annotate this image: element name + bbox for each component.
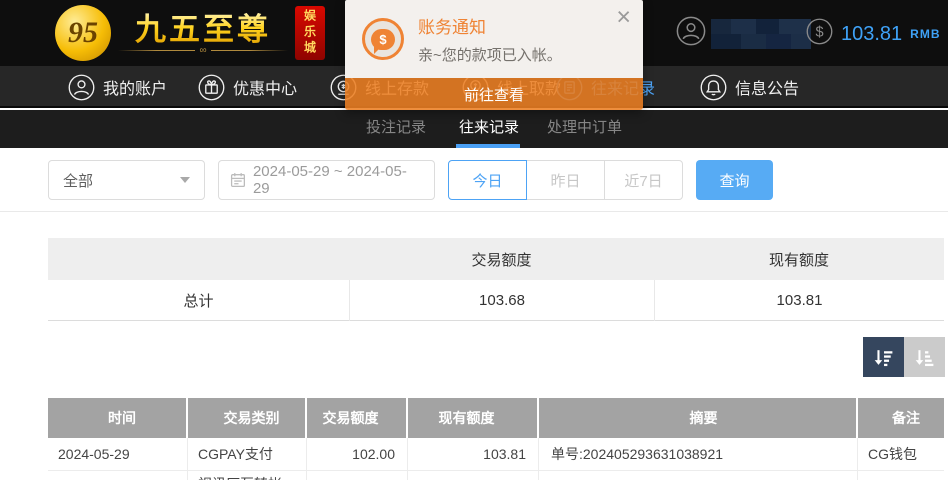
- dollar-coin-icon: $: [806, 18, 833, 50]
- calendar-icon: [230, 172, 246, 188]
- chevron-down-icon: [180, 177, 190, 183]
- records-header-time: 时间: [48, 398, 188, 438]
- logo-tagline-badge: 娱乐城: [295, 6, 325, 60]
- cell-remark: CG钱包: [858, 438, 944, 471]
- username-redacted: [711, 19, 811, 49]
- cell-type: CGPAY支付: [188, 438, 307, 471]
- type-select-dropdown[interactable]: 全部: [48, 160, 205, 200]
- notification-view-button[interactable]: 前往查看: [345, 78, 643, 110]
- site-logo[interactable]: 95 九五至尊 ∞ 娱乐城: [55, 4, 325, 62]
- user-avatar-icon: [676, 16, 706, 51]
- quick-button-today[interactable]: 今日: [448, 160, 527, 200]
- sort-descending-icon: [872, 346, 895, 369]
- nav-item-announcements[interactable]: 信息公告: [700, 66, 799, 108]
- user-icon: [68, 74, 95, 101]
- records-header-summary: 摘要: [539, 398, 858, 438]
- balance-currency: RMB: [910, 27, 940, 41]
- nav-item-my-account[interactable]: 我的账户: [68, 66, 167, 108]
- user-account-area[interactable]: [676, 16, 811, 51]
- tab-transaction-records[interactable]: 往来记录: [459, 110, 519, 148]
- summary-header-current-amount: 现有额度: [654, 249, 944, 270]
- query-button[interactable]: 查询: [696, 160, 773, 200]
- tab-pending-orders[interactable]: 处理中订单: [547, 110, 622, 148]
- sort-descending-button[interactable]: [863, 337, 904, 377]
- records-sub-navigation: 投注记录 往来记录 处理中订单: [0, 110, 948, 148]
- summary-table: 交易额度 现有额度 总计 103.68 103.81: [48, 238, 944, 321]
- active-tab-underline: [456, 144, 520, 148]
- notification-title: 账务通知: [418, 13, 486, 38]
- cell-transaction-amount: 102.00: [307, 438, 408, 471]
- logo-emblem-icon: 95: [55, 5, 111, 61]
- summary-total-current-amount: 103.81: [654, 280, 944, 321]
- table-row: 2024-05-29 07:10:36 CGPAY支付 102.00 103.8…: [48, 438, 944, 471]
- summary-header-transaction-amount: 交易额度: [349, 249, 654, 270]
- cell-summary: [539, 471, 858, 480]
- date-range-input[interactable]: 2024-05-29 ~ 2024-05-29: [218, 160, 435, 200]
- cell-current-amount: 103.81: [408, 438, 539, 471]
- cell-time: 2024-05-29 07:10:36: [48, 438, 188, 471]
- close-icon[interactable]: ×: [616, 2, 631, 32]
- logo-title: 九五至尊: [135, 12, 271, 48]
- balance-amount: 103.81: [841, 23, 902, 46]
- account-notification-popup: $ 账务通知 亲~您的款项已入帐。 × 前往查看: [345, 0, 643, 110]
- cell-type: 视讯厅互转帐: [188, 471, 307, 480]
- records-header-row: 时间 交易类别 交易额度 现有额度 摘要 备注: [48, 398, 944, 438]
- sort-ascending-button[interactable]: [904, 337, 945, 377]
- notification-message: 亲~您的款项已入帐。: [418, 44, 562, 65]
- summary-total-row: 总计 103.68 103.81: [48, 280, 944, 321]
- quick-button-last7days[interactable]: 近7日: [604, 160, 683, 200]
- cell-time: [48, 471, 188, 480]
- quick-date-button-group: 今日 昨日 近7日: [448, 160, 683, 200]
- cell-remark: [858, 471, 944, 480]
- tab-betting-records[interactable]: 投注记录: [366, 110, 426, 148]
- quick-button-yesterday[interactable]: 昨日: [526, 160, 605, 200]
- records-header-current-amount: 现有额度: [408, 398, 539, 438]
- nav-item-promotions[interactable]: 优惠中心: [198, 66, 297, 108]
- cell-summary: 单号:202405293631038921: [539, 438, 858, 471]
- sort-ascending-icon: [913, 346, 936, 369]
- gift-icon: [198, 74, 225, 101]
- cell-current-amount: [408, 471, 539, 480]
- records-header-transaction-amount: 交易额度: [307, 398, 408, 438]
- logo-flourish-ornament: ∞: [118, 48, 288, 54]
- records-table: 时间 交易类别 交易额度 现有额度 摘要 备注 2024-05-29 07:10…: [48, 398, 944, 480]
- records-header-type: 交易类别: [188, 398, 307, 438]
- summary-total-transaction-amount: 103.68: [349, 280, 654, 321]
- bell-icon: [700, 74, 727, 101]
- section-divider: [0, 211, 948, 212]
- sort-button-group: [863, 337, 945, 377]
- summary-total-label: 总计: [48, 290, 349, 311]
- records-header-remark: 备注: [858, 398, 944, 438]
- balance-display[interactable]: $ 103.81 RMB: [806, 18, 941, 50]
- summary-header-row: 交易额度 现有额度: [48, 238, 944, 280]
- svg-text:$: $: [815, 25, 823, 41]
- notification-money-icon: $: [362, 18, 404, 60]
- table-row-partial: 视讯厅互转帐: [48, 471, 944, 480]
- cell-transaction-amount: [307, 471, 408, 480]
